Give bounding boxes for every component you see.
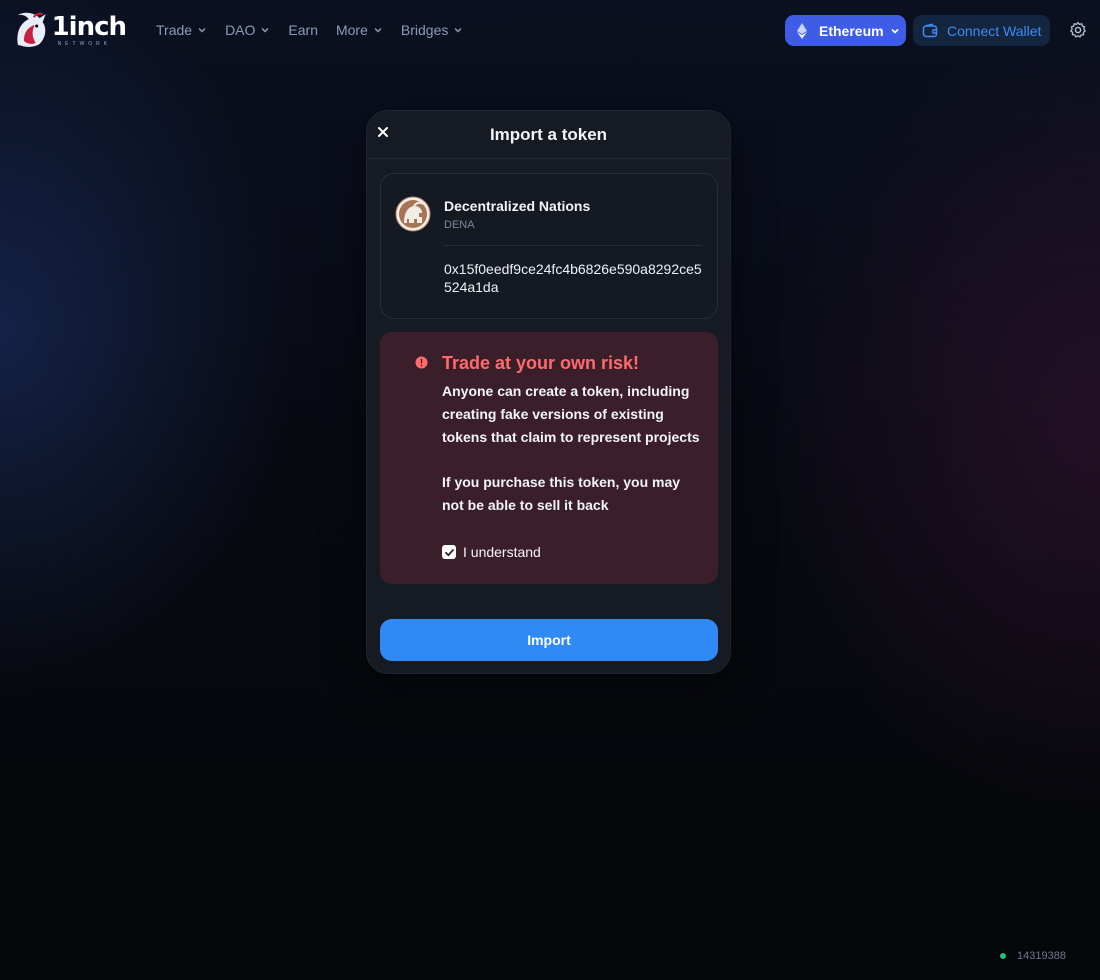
token-divider xyxy=(444,245,702,246)
nav-more-label: More xyxy=(335,22,368,38)
logo[interactable]: 1inch NETWORK xyxy=(12,10,127,50)
import-button[interactable]: Import xyxy=(380,619,718,661)
token-logo-icon xyxy=(395,196,431,232)
wallet-icon xyxy=(922,22,938,37)
nav-earn[interactable]: Earn xyxy=(288,20,318,40)
token-contract-address: 0x15f0eedf9ce24fc4b6826e590a8292ce5524a1… xyxy=(444,261,702,295)
understand-checkbox-label: I understand xyxy=(463,544,541,560)
network-label: Ethereum xyxy=(819,22,884,39)
warning-title: Trade at your own risk! xyxy=(442,353,640,373)
checkmark-icon xyxy=(444,548,454,556)
connect-wallet-button[interactable]: Connect Wallet xyxy=(913,15,1050,46)
token-symbol: DENA xyxy=(444,219,475,231)
understand-checkbox-row[interactable]: I understand xyxy=(442,544,541,560)
import-token-modal: Import a token Decentralized Nations DEN… xyxy=(366,110,731,674)
nav-earn-label: Earn xyxy=(288,22,318,38)
status-dot-icon xyxy=(1000,953,1006,959)
modal-title: Import a token xyxy=(489,125,608,144)
chevron-down-icon xyxy=(261,27,269,33)
risk-warning-box: Trade at your own risk! Anyone can creat… xyxy=(380,332,718,584)
chevron-down-icon xyxy=(198,27,206,33)
chevron-down-icon xyxy=(374,27,382,33)
understand-checkbox[interactable] xyxy=(442,545,456,559)
token-info-card: Decentralized Nations DENA 0x15f0eedf9ce… xyxy=(380,173,718,319)
alert-circle-icon xyxy=(415,356,428,369)
main-nav: Trade DAO Earn More Bridges xyxy=(156,20,481,40)
logo-wordmark: 1inch xyxy=(51,11,127,42)
chevron-down-icon xyxy=(891,28,899,34)
warning-text-sell-back: If you purchase this token, you may not … xyxy=(442,474,681,513)
logo-subtitle: NETWORK xyxy=(57,40,112,47)
nav-more[interactable]: More xyxy=(336,20,383,40)
connect-wallet-label: Connect Wallet xyxy=(947,22,1042,39)
nav-bridges[interactable]: Bridges xyxy=(401,20,463,40)
modal-header: Import a token xyxy=(367,111,730,159)
chevron-down-icon xyxy=(454,27,462,33)
nav-dao-label: DAO xyxy=(225,22,256,38)
network-selector-button[interactable]: Ethereum xyxy=(785,15,906,46)
nav-trade-label: Trade xyxy=(156,22,193,38)
nav-dao[interactable]: DAO xyxy=(225,20,270,40)
warning-text-fake-tokens: Anyone can create a token, including cre… xyxy=(442,383,700,445)
gear-icon[interactable] xyxy=(1069,21,1087,39)
nav-bridges-label: Bridges xyxy=(400,22,449,38)
block-status[interactable]: 14319388 xyxy=(1000,950,1066,962)
top-header: 1inch NETWORK Trade DAO Earn More Bridge… xyxy=(0,0,1100,60)
token-name: Decentralized Nations xyxy=(444,198,591,214)
block-number: 14319388 xyxy=(1017,950,1066,962)
ethereum-icon xyxy=(797,22,807,39)
unicorn-logo-icon xyxy=(17,12,46,47)
nav-trade[interactable]: Trade xyxy=(156,20,207,40)
